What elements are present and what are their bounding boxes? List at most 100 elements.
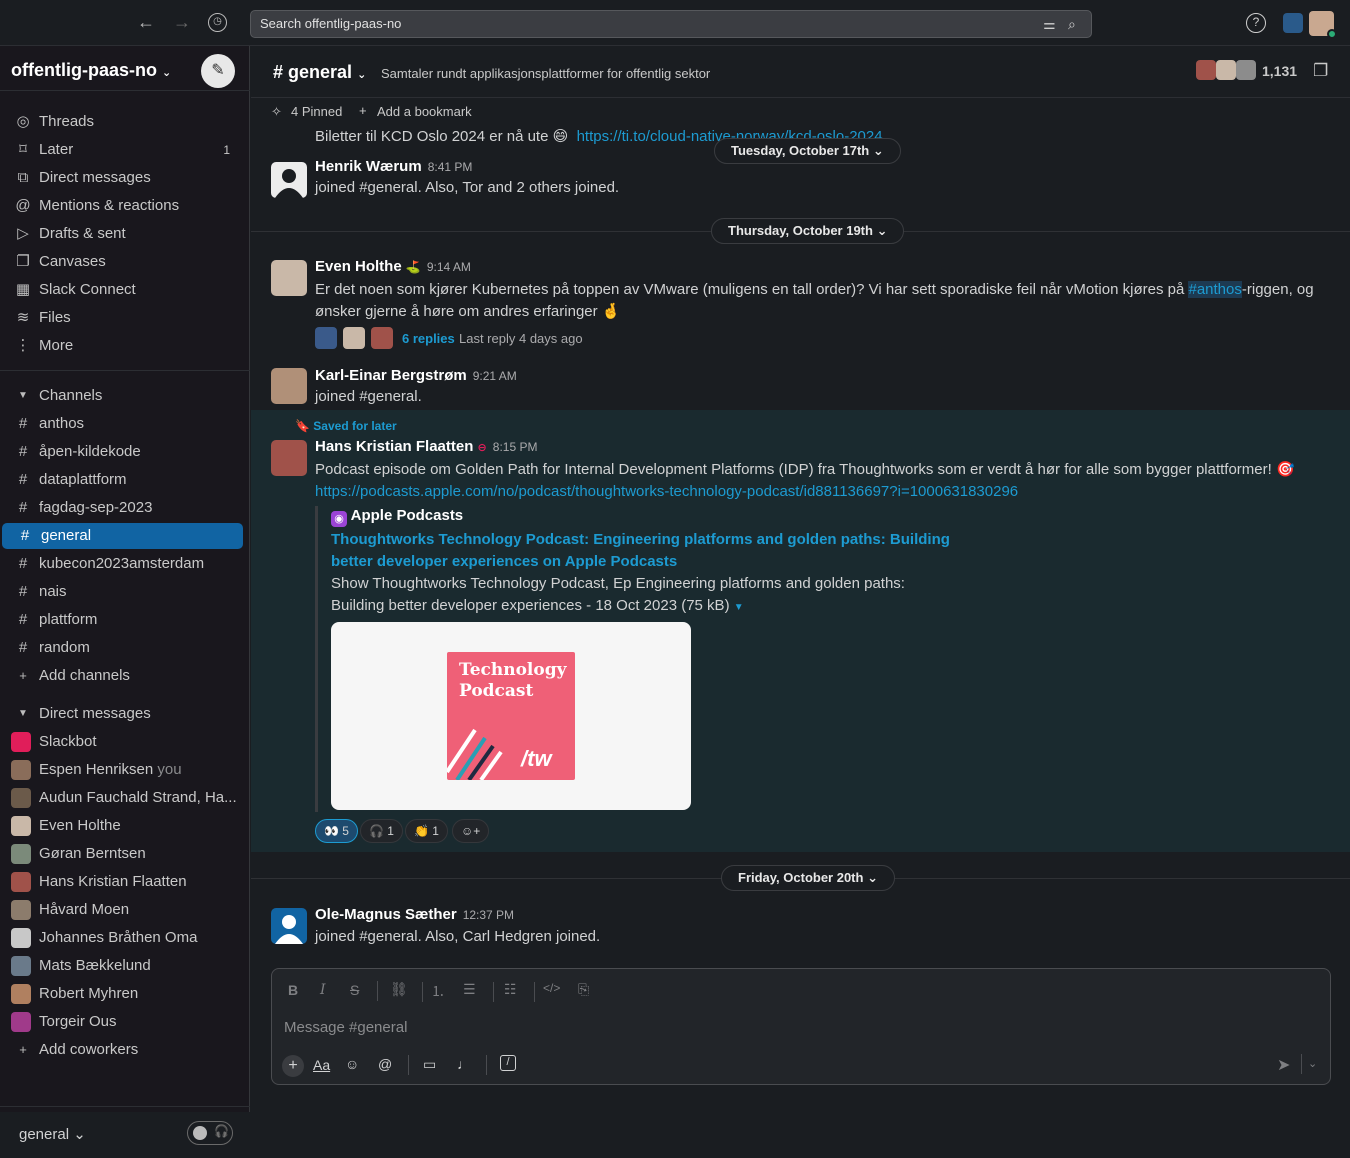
avatar[interactable] xyxy=(271,908,307,944)
avatar[interactable] xyxy=(271,162,307,198)
sidebar-channel-anthos[interactable]: # anthos xyxy=(0,411,250,437)
sidebar-channel-nais[interactable]: # nais xyxy=(0,579,250,605)
sidebar-item-more[interactable]: ⋮ More xyxy=(0,333,250,359)
message-author[interactable]: Karl-Einar Bergstrøm 9:21 AM xyxy=(315,367,517,384)
search-input[interactable]: Search offentlig-paas-no ⚌ ⌕ xyxy=(250,10,1092,38)
add-bookmark-button[interactable]: Add a bookmark xyxy=(377,104,472,119)
formatting-icon[interactable]: Aa xyxy=(313,1057,330,1073)
sidebar-channel-plattform[interactable]: # plattform xyxy=(0,607,250,633)
bullet-list-icon[interactable]: ☰ xyxy=(463,981,476,998)
reaction-pill[interactable]: 👏 1 xyxy=(405,819,448,843)
italic-icon[interactable]: I xyxy=(320,982,326,998)
channel-mention[interactable]: #anthos xyxy=(1188,281,1242,298)
timestamp[interactable]: 8:41 PM xyxy=(428,160,473,174)
avatar[interactable] xyxy=(271,260,307,296)
sidebar-channel-fagdag-sep-2023[interactable]: # fagdag-sep-2023 xyxy=(0,495,250,521)
avatar[interactable] xyxy=(271,440,307,476)
footer-channel-label[interactable]: general ⌄ xyxy=(19,1125,86,1143)
sidebar-dm-item[interactable]: Robert Myhren xyxy=(0,981,250,1007)
history-icon[interactable]: ◷ xyxy=(208,13,227,32)
mention-icon[interactable]: @ xyxy=(378,1056,392,1072)
sidebar-item-drafts-sent[interactable]: ▷ Drafts & sent xyxy=(0,221,250,247)
sidebar-dm-item[interactable]: Espen Henriksen you xyxy=(0,757,250,783)
message-author[interactable]: Hans Kristian Flaatten ⊖ 8:15 PM xyxy=(315,438,537,455)
sidebar-item-later[interactable]: ⌑ Later 1 xyxy=(0,137,250,163)
timestamp[interactable]: 9:21 AM xyxy=(473,369,517,383)
member-count[interactable]: 1,131 xyxy=(1262,63,1297,79)
timestamp[interactable]: 12:37 PM xyxy=(463,908,514,922)
sidebar-dm-item[interactable]: Torgeir Ous xyxy=(0,1009,250,1035)
replies-link[interactable]: 6 replies xyxy=(402,331,455,346)
chevron-down-icon[interactable]: ⌄ xyxy=(1308,1057,1317,1070)
microphone-icon[interactable]: ♩ xyxy=(457,1056,471,1072)
reaction-pill[interactable]: 👀 5 xyxy=(315,819,358,843)
sidebar-dm-item[interactable]: Johannes Bråthen Oma xyxy=(0,925,250,951)
sidebar-dm-item[interactable]: Mats Bækkelund xyxy=(0,953,250,979)
ordered-list-icon[interactable]: ⒈ xyxy=(431,981,445,1001)
plus-icon[interactable]: + xyxy=(282,1055,304,1077)
search-icon[interactable]: ⌕ xyxy=(1068,11,1076,37)
sidebar-item-slack-connect[interactable]: ▦ Slack Connect xyxy=(0,277,250,303)
bold-icon[interactable]: B xyxy=(288,982,298,998)
video-icon[interactable]: ▭ xyxy=(423,1056,436,1073)
shortcuts-icon[interactable]: / xyxy=(500,1055,516,1071)
canvas-icon[interactable]: ❐ xyxy=(1313,61,1328,81)
sidebar-item-threads[interactable]: ◎ Threads xyxy=(0,109,250,135)
sidebar-channel-general[interactable]: # general xyxy=(2,523,243,549)
compose-icon[interactable]: ✎ xyxy=(201,54,235,88)
code-icon[interactable]: </> xyxy=(543,981,560,995)
sidebar-dm-item[interactable]: Audun Fauchald Strand, Ha... xyxy=(0,785,250,811)
sidebar-item-mentions-reactions[interactable]: @ Mentions & reactions xyxy=(0,193,250,219)
link[interactable]: https://podcasts.apple.com/no/podcast/th… xyxy=(315,483,1018,500)
dm-section-header[interactable]: ▼ Direct messages xyxy=(0,701,250,727)
sidebar-dm-item[interactable]: Even Holthe xyxy=(0,813,250,839)
date-divider[interactable]: Thursday, October 19th ⌄ xyxy=(711,218,905,244)
user-avatar[interactable] xyxy=(1309,11,1337,39)
sidebar-channel-random[interactable]: # random xyxy=(0,635,250,661)
link-icon[interactable]: ⛓ xyxy=(390,981,408,998)
sidebar-dm-item[interactable]: Håvard Moen xyxy=(0,897,250,923)
strikethrough-icon[interactable]: S xyxy=(350,982,359,998)
back-arrow-icon[interactable]: ← xyxy=(137,12,155,33)
workspace-name[interactable]: offentlig-paas-no ⌄ xyxy=(11,60,171,81)
add-reaction-icon[interactable]: ☺+ xyxy=(452,819,490,843)
unfurl-title[interactable]: Thoughtworks Technology Podcast: Enginee… xyxy=(331,529,950,573)
pinned-button[interactable]: 4 Pinned xyxy=(291,104,342,119)
sidebar-channel-dataplattform[interactable]: # dataplattform xyxy=(0,467,250,493)
filter-icon[interactable]: ⚌ xyxy=(1043,11,1056,37)
add-channels-button[interactable]: + Add channels xyxy=(0,663,250,689)
help-icon[interactable]: ? xyxy=(1246,13,1266,33)
caret-down-icon[interactable]: ▼ xyxy=(734,602,744,613)
message-input[interactable]: Message #general xyxy=(284,1019,1314,1036)
unfurl-image[interactable]: Technology Podcast /tw xyxy=(331,622,691,810)
sidebar-item-direct-messages[interactable]: ⧉ Direct messages xyxy=(0,165,250,191)
sidebar-dm-item[interactable]: Slackbot xyxy=(0,729,250,755)
add-coworkers-button[interactable]: + Add coworkers xyxy=(0,1037,250,1063)
date-divider[interactable]: Tuesday, October 17th ⌄ xyxy=(714,138,901,164)
thread-summary[interactable]: 6 replies Last reply 4 days ago xyxy=(315,327,595,351)
channels-section-header[interactable]: ▼ Channels xyxy=(0,383,250,409)
timestamp[interactable]: 9:14 AM xyxy=(427,260,471,274)
forward-arrow-icon[interactable]: → xyxy=(173,12,191,33)
sidebar-dm-item[interactable]: Gøran Berntsen xyxy=(0,841,250,867)
timestamp[interactable]: 8:15 PM xyxy=(493,440,538,454)
sidebar-item-canvases[interactable]: ❐ Canvases xyxy=(0,249,250,275)
avatar[interactable] xyxy=(271,368,307,404)
channel-name[interactable]: # general ⌄ xyxy=(273,62,366,83)
sidebar-dm-item[interactable]: Hans Kristian Flaatten xyxy=(0,869,250,895)
member-avatars[interactable] xyxy=(1196,60,1256,82)
message-author[interactable]: Henrik Wærum 8:41 PM xyxy=(315,158,472,175)
sidebar-channel-kubecon2023amsterdam[interactable]: # kubecon2023amsterdam xyxy=(0,551,250,577)
workspace-icon[interactable] xyxy=(1283,13,1303,33)
date-divider[interactable]: Friday, October 20th ⌄ xyxy=(721,865,895,891)
sidebar-channel-åpen-kildekode[interactable]: # åpen-kildekode xyxy=(0,439,250,465)
send-icon[interactable]: ➤ xyxy=(1277,1055,1290,1075)
emoji-icon[interactable]: ☺ xyxy=(345,1056,359,1072)
code-block-icon[interactable]: ⎘ xyxy=(578,981,589,998)
reaction-pill[interactable]: 🎧 1 xyxy=(360,819,403,843)
message-author[interactable]: Ole-Magnus Sæther 12:37 PM xyxy=(315,906,514,923)
huddle-toggle[interactable]: 🎧 xyxy=(187,1121,233,1145)
sidebar-item-files[interactable]: ≋ Files xyxy=(0,305,250,331)
blockquote-icon[interactable]: ☷ xyxy=(504,981,517,998)
message-author[interactable]: Even Holthe ⛳ 9:14 AM xyxy=(315,258,471,275)
